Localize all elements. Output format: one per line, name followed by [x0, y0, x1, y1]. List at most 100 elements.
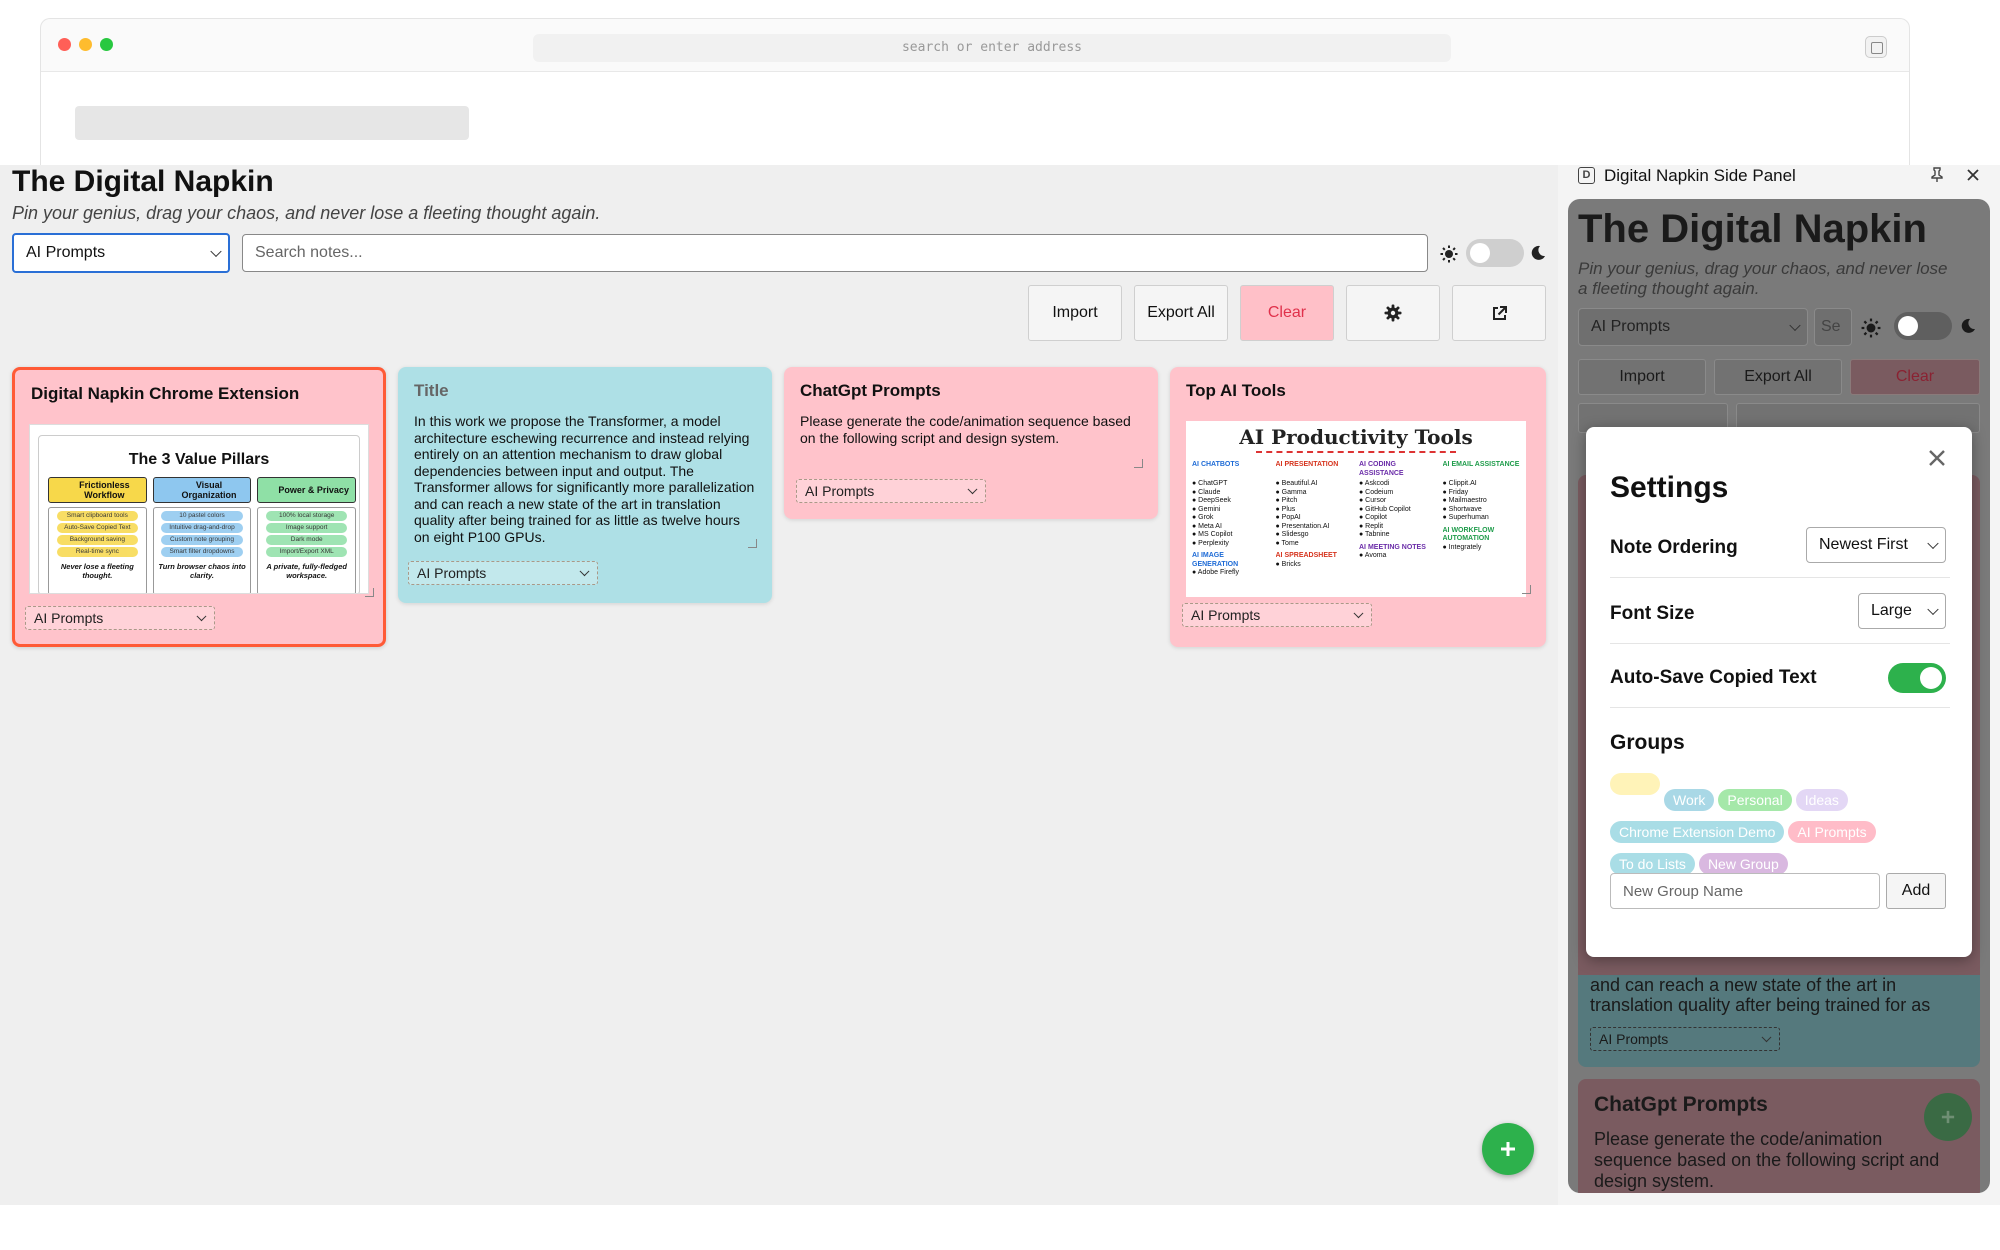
side-note-group-value: AI Prompts — [1599, 1031, 1669, 1047]
group-pill[interactable]: Work — [1664, 789, 1715, 811]
pillar-heading: Power & Privacy — [257, 477, 357, 503]
tool-column-heading: AI MEETING NOTES — [1359, 543, 1426, 551]
tool-item: ● Superhuman — [1442, 514, 1489, 521]
tool-item: ● Meta AI — [1192, 522, 1222, 530]
note-card[interactable]: Digital Napkin Chrome Extension The 3 Va… — [12, 367, 386, 647]
close-window-dot[interactable] — [58, 38, 71, 51]
note-card[interactable]: Title In this work we propose the Transf… — [398, 367, 772, 603]
tab-overview-icon[interactable] — [1865, 36, 1887, 58]
search-input[interactable]: Search notes... — [242, 234, 1428, 272]
tool-column: AI CODING ASSISTANCE ● Askcodi ● Codeium ● … — [1359, 461, 1439, 597]
autosave-toggle[interactable] — [1888, 663, 1946, 693]
tool-item: ● Pitch — [1275, 497, 1298, 504]
maximize-window-dot[interactable] — [100, 38, 113, 51]
note-body[interactable]: In this work we propose the Transformer,… — [414, 413, 756, 545]
close-icon[interactable] — [1928, 449, 1946, 467]
note-card[interactable]: Top AI Tools AI Productivity Tools AI CH… — [1170, 367, 1546, 647]
resize-handle[interactable] — [1522, 585, 1531, 594]
close-icon[interactable] — [1966, 168, 1980, 182]
resize-handle[interactable] — [365, 588, 374, 597]
group-pill[interactable]: New Group — [1698, 853, 1788, 875]
tool-item: ● PopAI — [1275, 514, 1301, 521]
note-group-select[interactable]: AI Prompts — [1182, 603, 1372, 627]
export-all-button[interactable]: Export All — [1134, 285, 1228, 341]
settings-button[interactable] — [1346, 285, 1440, 341]
toolbar-placeholder — [75, 106, 469, 140]
minimize-window-dot[interactable] — [79, 38, 92, 51]
pillar-column: Power & Privacy 100% local storage Image s… — [257, 477, 357, 593]
side-group-value: AI Prompts — [1591, 318, 1671, 335]
note-group-select[interactable]: AI Prompts — [796, 479, 986, 503]
groups-label: Groups — [1610, 731, 1685, 754]
tool-item: ● Copilot — [1359, 514, 1387, 521]
image-heading: The 3 Value Pillars — [128, 451, 270, 468]
ai-tools-graphic: AI CHATBOTS ● ChatGPT ● Claude ● DeepSeek ● … — [1192, 461, 1522, 597]
address-bar[interactable]: search or enter address — [533, 34, 1451, 62]
font-size-select[interactable]: Large — [1858, 593, 1946, 629]
search-placeholder: Search notes... — [255, 244, 363, 261]
group-pill[interactable]: Personal — [1718, 789, 1792, 811]
side-export-all-button[interactable]: Export All — [1714, 359, 1842, 395]
note-group-select[interactable]: AI Prompts — [25, 606, 215, 630]
pillar-item: Real-time sync — [56, 547, 139, 557]
side-clear-button[interactable]: Clear — [1850, 359, 1980, 395]
pillar-footer: Never lose a fleeting thought. — [60, 562, 134, 580]
moon-icon — [1531, 245, 1545, 260]
group-pill[interactable]: Ideas — [1795, 789, 1848, 811]
new-group-input[interactable]: New Group Name — [1610, 873, 1880, 909]
side-note-group-select[interactable]: AI Prompts — [1590, 1027, 1780, 1051]
pillar-item: Intuitive drag-and-drop — [161, 523, 243, 533]
note-body[interactable]: Please generate the code/animation seque… — [800, 413, 1142, 446]
tool-item: ● Avoma — [1359, 552, 1387, 559]
group-pill[interactable]: Chrome Extension Demo — [1610, 821, 1785, 843]
pillar-heading: Frictionless Workflow — [48, 477, 147, 503]
side-panel-title: Digital Napkin Side Panel — [1604, 166, 1796, 185]
plus-icon — [1941, 1110, 1955, 1124]
tool-item: ● Bricks — [1275, 560, 1301, 568]
note-ordering-select[interactable]: Newest First — [1806, 527, 1946, 563]
side-dark-mode-toggle[interactable] — [1894, 312, 1952, 340]
group-pill[interactable] — [1610, 773, 1660, 795]
note-title: ChatGpt Prompts — [800, 381, 941, 400]
pillar-item: Smart filter dropdowns — [161, 547, 243, 557]
open-external-button[interactable] — [1452, 285, 1546, 341]
chevron-down-icon — [1789, 319, 1801, 332]
tool-item: ● Tabnine — [1359, 531, 1390, 538]
side-search-input[interactable]: Se — [1814, 308, 1852, 346]
moon-icon — [1961, 318, 1975, 333]
side-add-note-button[interactable] — [1924, 1093, 1972, 1141]
add-note-button[interactable] — [1482, 1123, 1534, 1175]
dark-mode-toggle[interactable] — [1466, 239, 1524, 267]
note-card[interactable]: ChatGpt Prompts Please generate the code… — [784, 367, 1158, 519]
pillar-column: Frictionless Workflow Smart clipboard too… — [48, 477, 147, 593]
group-pill[interactable]: To do Lists — [1610, 853, 1695, 875]
pin-icon[interactable] — [1930, 167, 1944, 183]
side-import-button[interactable]: Import — [1578, 359, 1706, 395]
note-ordering-label: Note Ordering — [1610, 537, 1738, 558]
import-button[interactable]: Import — [1028, 285, 1122, 341]
settings-modal: Settings Note Ordering Newest First Font… — [1586, 427, 1972, 957]
settings-title: Settings — [1610, 471, 1729, 504]
tool-column-heading: AI WORKFLOW AUTOMATION — [1442, 526, 1495, 543]
clear-button[interactable]: Clear — [1240, 285, 1334, 341]
pillar-item: Auto-Save Copied Text — [56, 523, 139, 533]
resize-handle[interactable] — [1134, 459, 1143, 468]
image-heading: AI Productivity Tools — [1239, 425, 1473, 449]
pillar-item: Dark mode — [265, 535, 348, 545]
tool-column: AI PRESENTATION ● Beautiful.AI ● Gamma ● Pi… — [1276, 461, 1356, 597]
tool-column-heading: AI IMAGE GENERATION — [1192, 552, 1239, 568]
sun-icon — [1861, 318, 1881, 338]
resize-handle[interactable] — [748, 539, 757, 548]
browser-window: search or enter address — [40, 18, 1910, 169]
side-group-select[interactable]: AI Prompts — [1578, 308, 1808, 346]
tool-item: ● Perplexity — [1192, 539, 1229, 547]
tool-column-heading: AI CHATBOTS — [1192, 461, 1240, 468]
chevron-down-icon — [1353, 608, 1364, 619]
tool-column-heading: AI PRESENTATION — [1275, 461, 1339, 468]
pillar-footer: A private, fully-fledged workspace. — [266, 562, 347, 580]
add-group-button[interactable]: Add — [1886, 873, 1946, 909]
group-pill[interactable]: AI Prompts — [1788, 821, 1876, 843]
group-filter-select[interactable]: AI Prompts — [12, 233, 230, 273]
note-group-select[interactable]: AI Prompts — [408, 561, 598, 585]
pillar-item: Custom note grouping — [161, 535, 243, 545]
